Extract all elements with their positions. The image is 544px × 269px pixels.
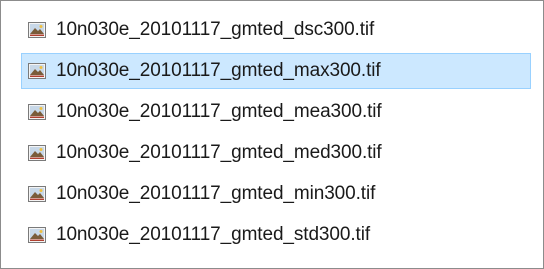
file-name: 10n030e_20101117_gmted_std300.tif [56,224,370,245]
tif-image-icon [28,22,46,38]
tif-image-icon [28,227,46,243]
file-list: 10n030e_20101117_gmted_dsc300.tif 10n030… [21,12,531,258]
file-item-dsc300[interactable]: 10n030e_20101117_gmted_dsc300.tif [21,12,531,48]
file-item-mea300[interactable]: 10n030e_20101117_gmted_mea300.tif [21,94,531,130]
tif-image-icon [28,104,46,120]
file-name: 10n030e_20101117_gmted_dsc300.tif [56,19,375,40]
file-name: 10n030e_20101117_gmted_min300.tif [56,183,376,204]
file-item-med300[interactable]: 10n030e_20101117_gmted_med300.tif [21,135,531,171]
file-name: 10n030e_20101117_gmted_max300.tif [56,60,381,81]
file-name: 10n030e_20101117_gmted_med300.tif [56,142,382,163]
file-list-panel: 10n030e_20101117_gmted_dsc300.tif 10n030… [0,0,544,269]
file-name: 10n030e_20101117_gmted_mea300.tif [56,101,382,122]
file-item-max300[interactable]: 10n030e_20101117_gmted_max300.tif [21,53,531,89]
tif-image-icon [28,186,46,202]
tif-image-icon [28,145,46,161]
tif-image-icon [28,63,46,79]
file-item-std300[interactable]: 10n030e_20101117_gmted_std300.tif [21,217,531,253]
file-item-min300[interactable]: 10n030e_20101117_gmted_min300.tif [21,176,531,212]
